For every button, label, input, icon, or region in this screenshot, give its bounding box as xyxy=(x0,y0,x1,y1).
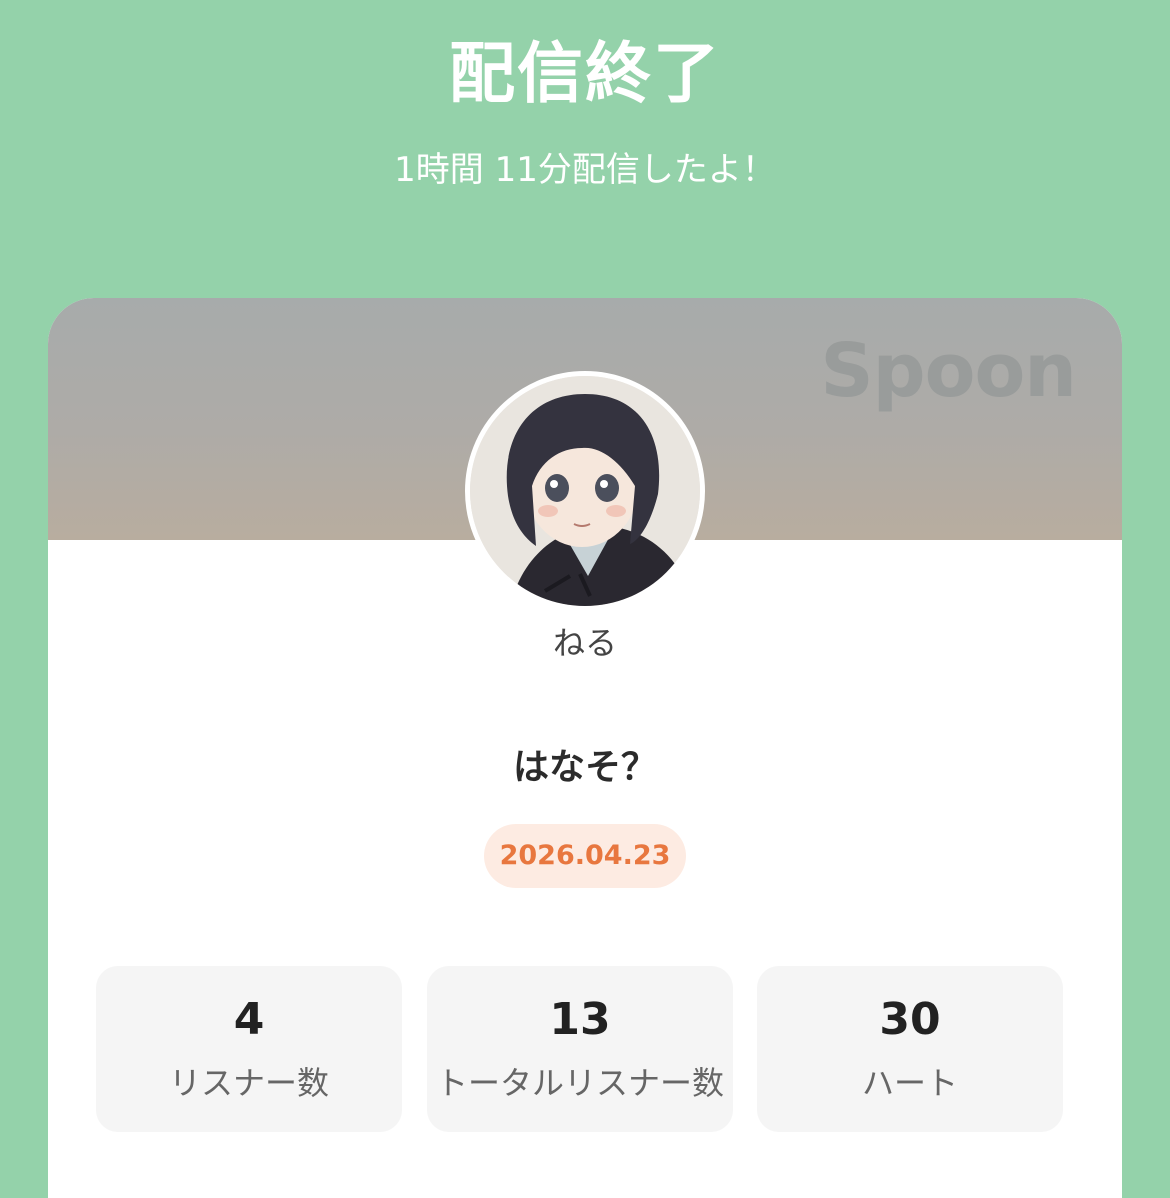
avatar[interactable] xyxy=(465,371,705,611)
broadcast-summary-card: Spoon ねる はなそ？ 2026.04.23 4 リスナー数 13 トータル… xyxy=(48,298,1122,1198)
broadcast-duration: 1時間 11分配信したよ！ xyxy=(394,150,776,190)
stat-hearts: 30 ハート xyxy=(757,966,1063,1132)
stat-label: リスナー数 xyxy=(168,1064,329,1102)
username: ねる xyxy=(552,624,617,662)
stat-value: 13 xyxy=(549,994,611,1045)
stat-label: トータルリスナー数 xyxy=(435,1064,724,1102)
live-title: はなそ？ xyxy=(512,747,657,788)
stat-total-listeners: 13 トータルリスナー数 xyxy=(427,966,733,1132)
date-badge: 2026.04.23 xyxy=(484,824,686,888)
avatar-illustration xyxy=(470,376,700,606)
stat-value: 30 xyxy=(879,994,941,1045)
stat-listeners: 4 リスナー数 xyxy=(96,966,402,1132)
page-title: 配信終了 xyxy=(449,35,721,112)
stat-label: ハート xyxy=(861,1064,958,1102)
spoon-logo: Spoon xyxy=(820,328,1077,414)
stat-value: 4 xyxy=(233,994,265,1045)
